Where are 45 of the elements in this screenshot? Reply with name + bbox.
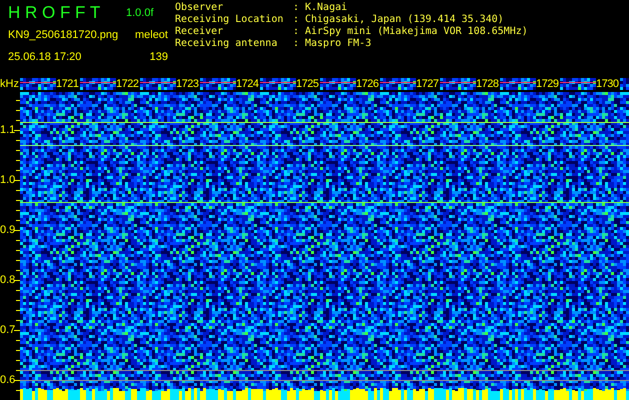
time-label: 1728 <box>476 78 500 90</box>
frequency-label: 1.0 <box>0 174 16 186</box>
unit-label: kHz <box>0 78 20 90</box>
colon-separator: : <box>293 38 300 50</box>
info-value: AirSpy mini (Miakejima VOR 108.65MHz) <box>305 26 528 38</box>
colon-separator: : <box>293 14 300 26</box>
spectrogram-strip <box>320 78 356 90</box>
spectrogram-strip <box>140 78 176 90</box>
time-label: 1729 <box>536 78 560 90</box>
spectrogram-strip <box>380 78 416 90</box>
time-label: 1722 <box>116 78 140 90</box>
time-label: 1726 <box>356 78 380 90</box>
spectrogram-strip <box>560 78 596 90</box>
spectrogram-strip <box>80 78 116 90</box>
count-value: 139 <box>148 51 169 63</box>
time-label: 1727 <box>416 78 440 90</box>
colon-separator: : <box>293 26 300 38</box>
frequency-label: 0.6 <box>0 374 16 386</box>
spectrogram-strip <box>260 78 296 90</box>
time-label: 1721 <box>56 78 80 90</box>
app-title: H R O F F T <box>8 3 102 23</box>
time-label: 1730 <box>596 78 620 90</box>
spectrogram-strip <box>500 78 536 90</box>
spectrogram-strip <box>620 78 629 90</box>
colon-separator: : <box>293 2 300 14</box>
spectrogram-strip <box>200 78 236 90</box>
info-label: Receiver <box>175 26 224 38</box>
frequency-label: 0.8 <box>0 274 16 286</box>
file-name: KN9_2506181720.png <box>8 29 120 41</box>
time-label: 1724 <box>236 78 260 90</box>
time-label: 1723 <box>176 78 200 90</box>
frequency-label: 1.1 <box>0 124 16 136</box>
version-label: 1.0.0f <box>126 7 155 19</box>
info-label: Observer <box>175 2 224 14</box>
info-label: Receiving antenna <box>175 38 278 50</box>
frequency-label: 0.9 <box>0 224 16 236</box>
frequency-label: 0.7 <box>0 324 16 336</box>
info-value: Maspro FM-3 <box>305 38 372 50</box>
info-value: K.Nagai <box>305 2 348 14</box>
spectrogram-strip <box>440 78 476 90</box>
info-value: Chigasaki, Japan (139.414 35.340) <box>305 14 505 26</box>
spectrogram-strip <box>20 78 56 90</box>
info-label: Receiving Location <box>175 14 284 26</box>
date-time: 25.06.18 17:20 <box>8 51 82 63</box>
time-label: 1725 <box>296 78 320 90</box>
